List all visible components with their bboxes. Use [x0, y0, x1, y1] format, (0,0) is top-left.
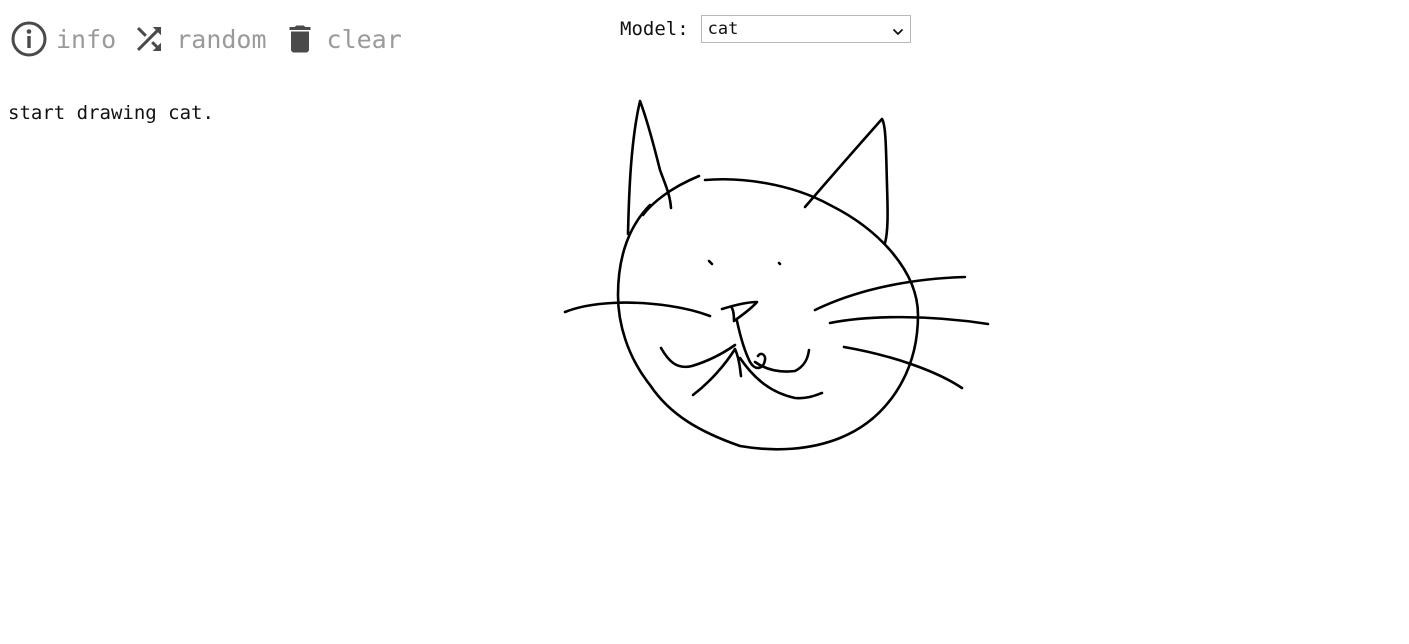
drawing-canvas[interactable]: [500, 70, 1060, 490]
sketch-rnn-page: info random clear Model: cat start drawi…: [0, 0, 1409, 644]
chevron-down-icon: [892, 23, 904, 35]
info-button[interactable]: info: [10, 20, 116, 58]
model-label: Model:: [620, 18, 689, 40]
model-selector: Model: cat: [620, 15, 911, 43]
shuffle-icon: [130, 20, 168, 58]
trash-icon: [281, 20, 319, 58]
clear-label: clear: [326, 24, 402, 54]
status-text: start drawing cat.: [8, 102, 214, 124]
model-selected-value: cat: [707, 19, 739, 39]
clear-button[interactable]: clear: [281, 20, 402, 58]
random-label: random: [176, 24, 267, 54]
info-label: info: [56, 24, 117, 54]
model-select[interactable]: cat: [700, 15, 911, 43]
info-icon: [10, 20, 48, 58]
toolbar: info random clear: [10, 18, 416, 60]
random-button[interactable]: random: [130, 20, 267, 58]
